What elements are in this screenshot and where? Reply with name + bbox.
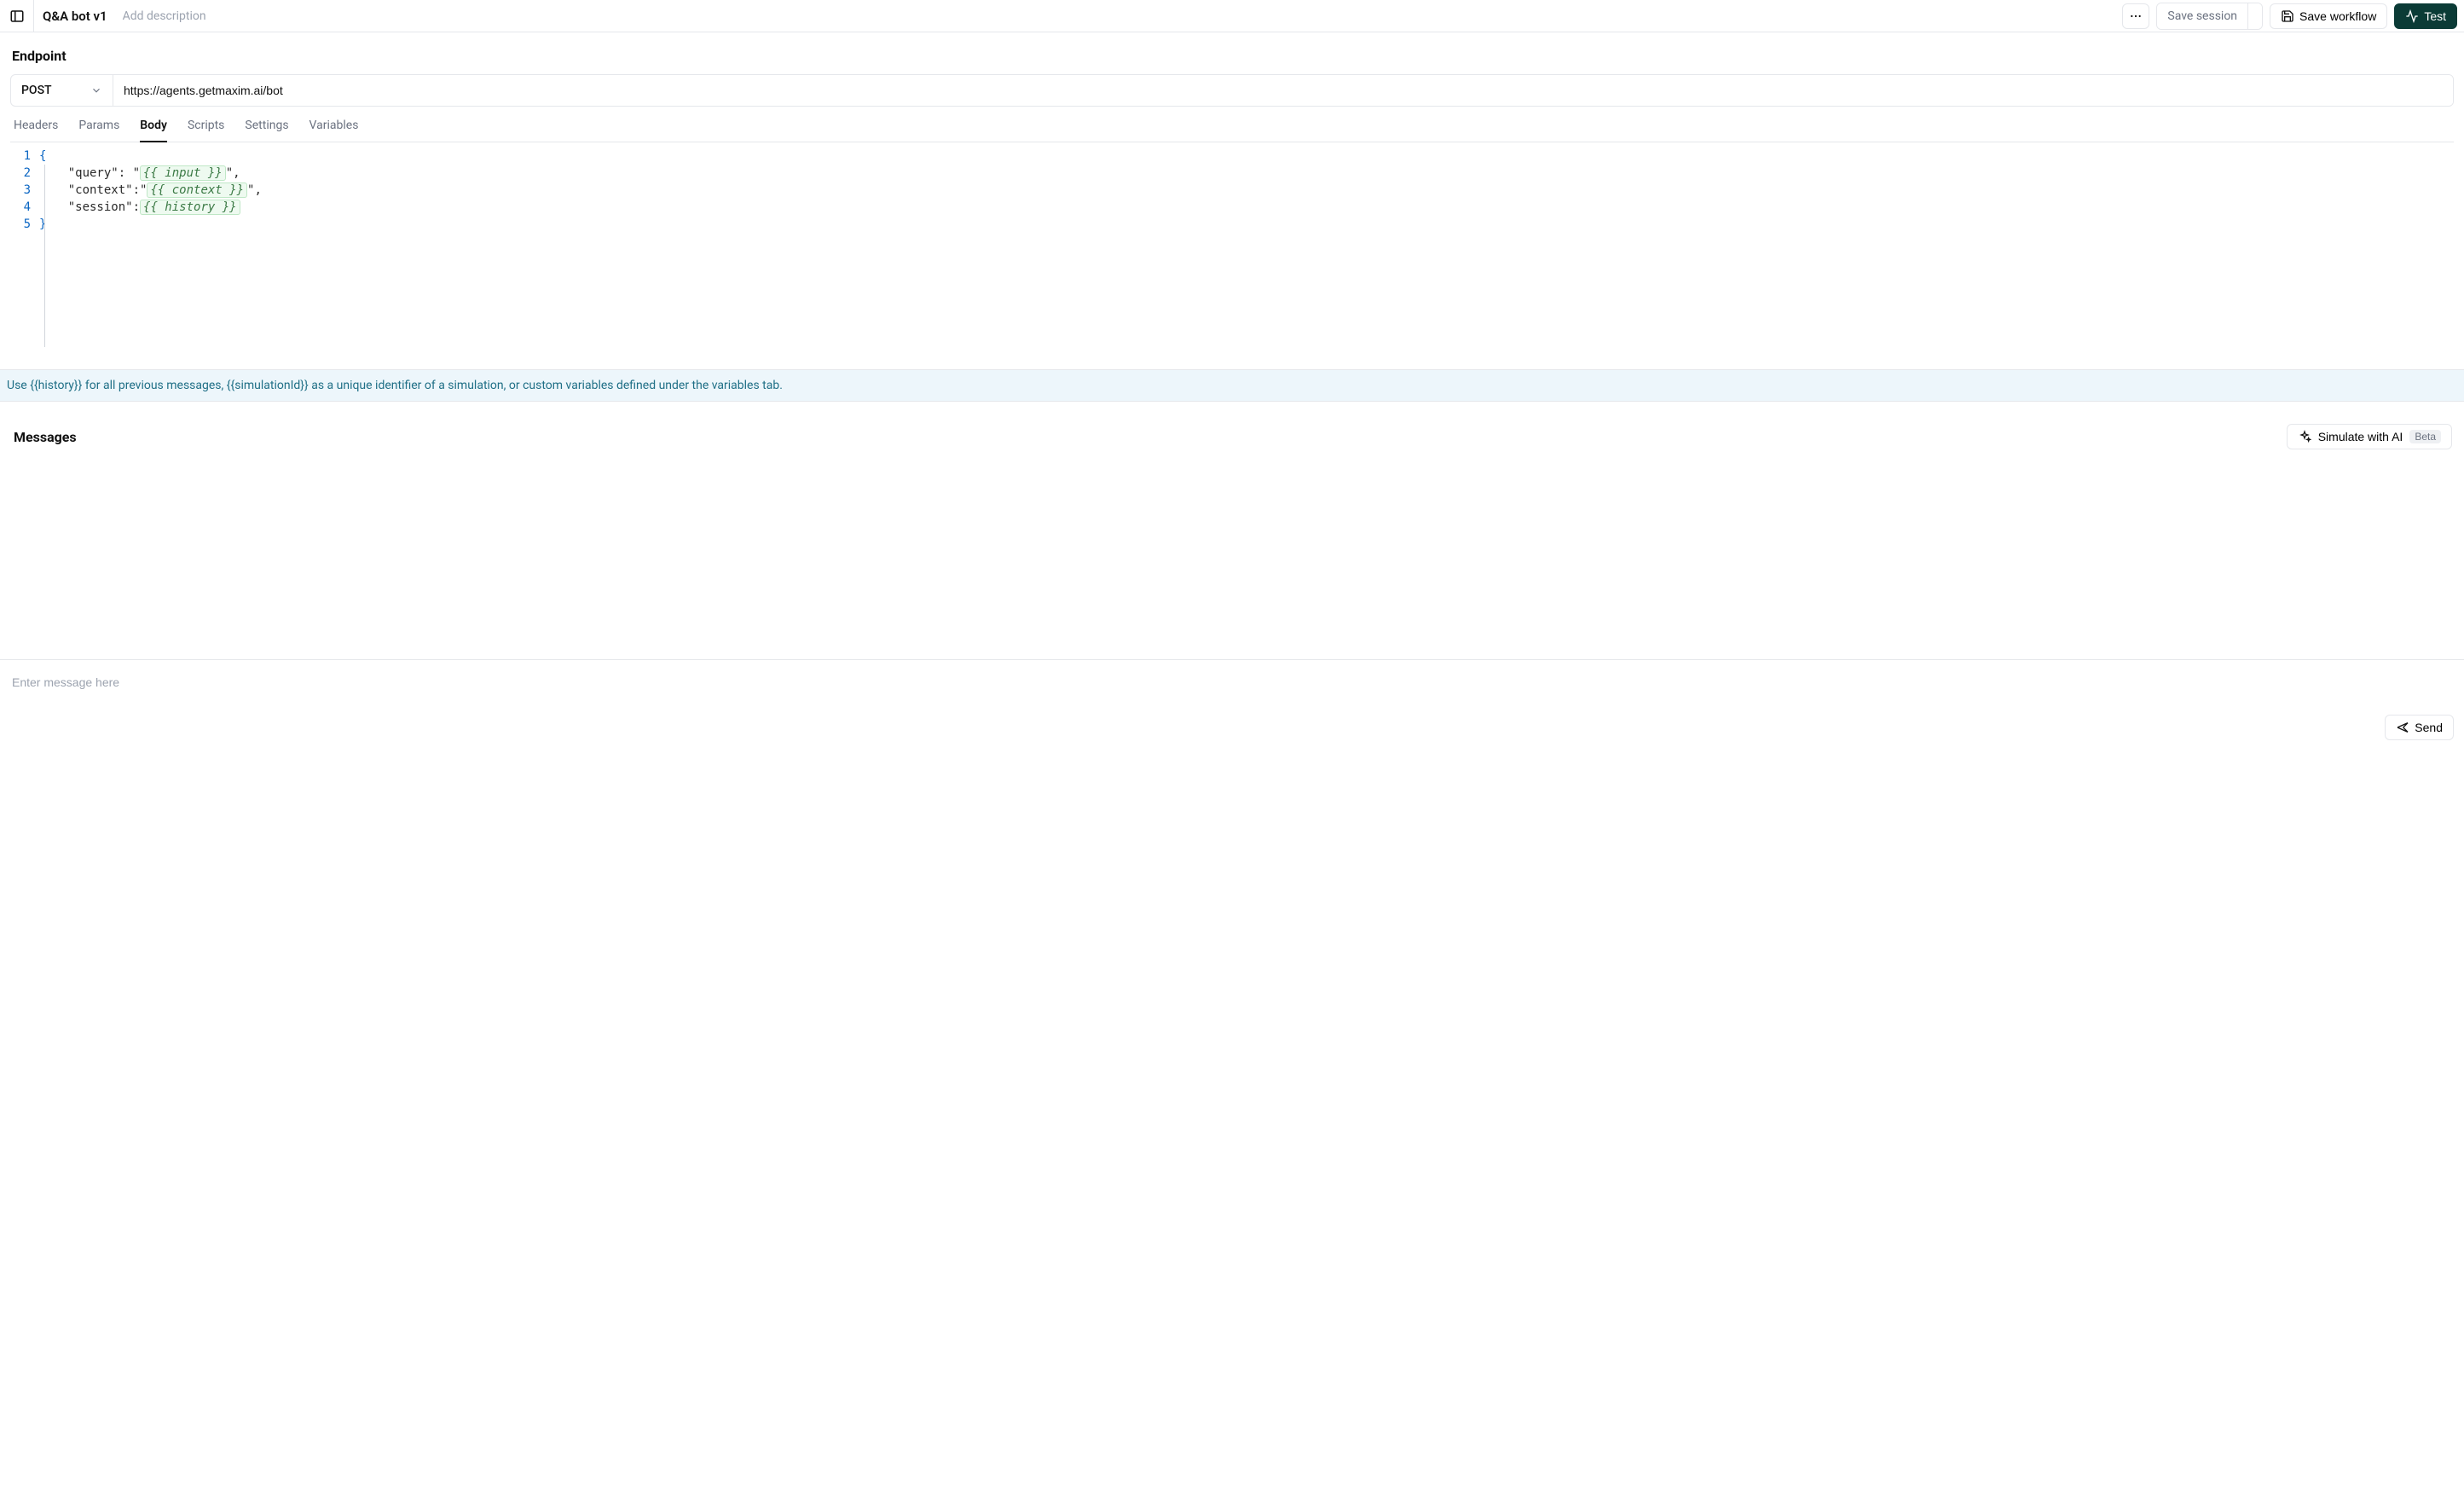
chevron-down-icon [90,84,102,96]
save-workflow-label: Save workflow [2299,9,2376,23]
send-label: Send [2415,721,2443,734]
panel-toggle-button[interactable] [0,0,34,32]
simulate-with-ai-button[interactable]: Simulate with AI Beta [2287,424,2452,449]
test-button[interactable]: Test [2394,3,2457,29]
template-variable[interactable]: {{ context }} [147,183,247,198]
endpoint-row: POST [10,74,2454,107]
tab-params[interactable]: Params [78,119,119,142]
save-workflow-button[interactable]: Save workflow [2270,3,2387,29]
tab-scripts[interactable]: Scripts [188,119,224,142]
code-token: } [39,217,46,231]
message-input[interactable] [10,672,2454,692]
request-tabs: Headers Params Body Scripts Settings Var… [10,107,2454,142]
activity-icon [2405,9,2419,23]
code-token: "query": " [39,166,140,180]
line-number-gutter: 1 2 3 4 5 [10,148,39,364]
more-actions-button[interactable] [2122,3,2149,29]
endpoint-section-title: Endpoint [12,48,2454,64]
test-label: Test [2424,9,2446,23]
line-number: 5 [10,216,31,233]
messages-area [10,455,2454,651]
code-token: "session": [39,200,140,214]
save-session-button[interactable]: Save session [2157,3,2247,29]
sparkle-icon [2298,430,2311,443]
save-icon [2281,9,2294,23]
endpoint-url-input[interactable] [113,75,2453,106]
line-number: 4 [10,199,31,216]
more-horizontal-icon [2129,9,2143,23]
messages-section-title: Messages [14,429,77,445]
tab-headers[interactable]: Headers [14,119,58,142]
line-number: 3 [10,182,31,199]
save-session-menu-button[interactable] [2247,3,2262,29]
http-method-value: POST [21,84,52,97]
save-session-split-button: Save session [2156,3,2263,30]
simulate-label: Simulate with AI [2318,430,2403,443]
beta-badge: Beta [2409,430,2441,443]
top-bar: Q&A bot v1 Add description Save session … [0,0,2464,32]
tab-body[interactable]: Body [140,119,167,142]
tab-settings[interactable]: Settings [245,119,288,142]
template-variable[interactable]: {{ history }} [140,200,240,215]
info-banner: Use {{history}} for all previous message… [0,369,2464,402]
code-token: ", [226,166,240,180]
send-icon [2396,721,2409,734]
code-token: "context":" [39,183,147,197]
line-number: 2 [10,165,31,182]
add-description-button[interactable]: Add description [123,9,206,23]
body-code-editor[interactable]: 1 2 3 4 5 { "query": "{{ input }}", "con… [10,142,2454,364]
code-token: ", [247,183,262,197]
send-button[interactable]: Send [2385,715,2454,740]
template-variable[interactable]: {{ input }} [140,165,226,181]
code-lines: { "query": "{{ input }}", "context":"{{ … [39,148,2454,364]
line-number: 1 [10,148,31,165]
tab-variables[interactable]: Variables [309,119,359,142]
code-token: { [39,149,46,163]
panel-icon [9,9,25,24]
workflow-title: Q&A bot v1 [43,9,107,24]
http-method-select[interactable]: POST [11,75,113,106]
message-composer: Send [0,659,2464,752]
